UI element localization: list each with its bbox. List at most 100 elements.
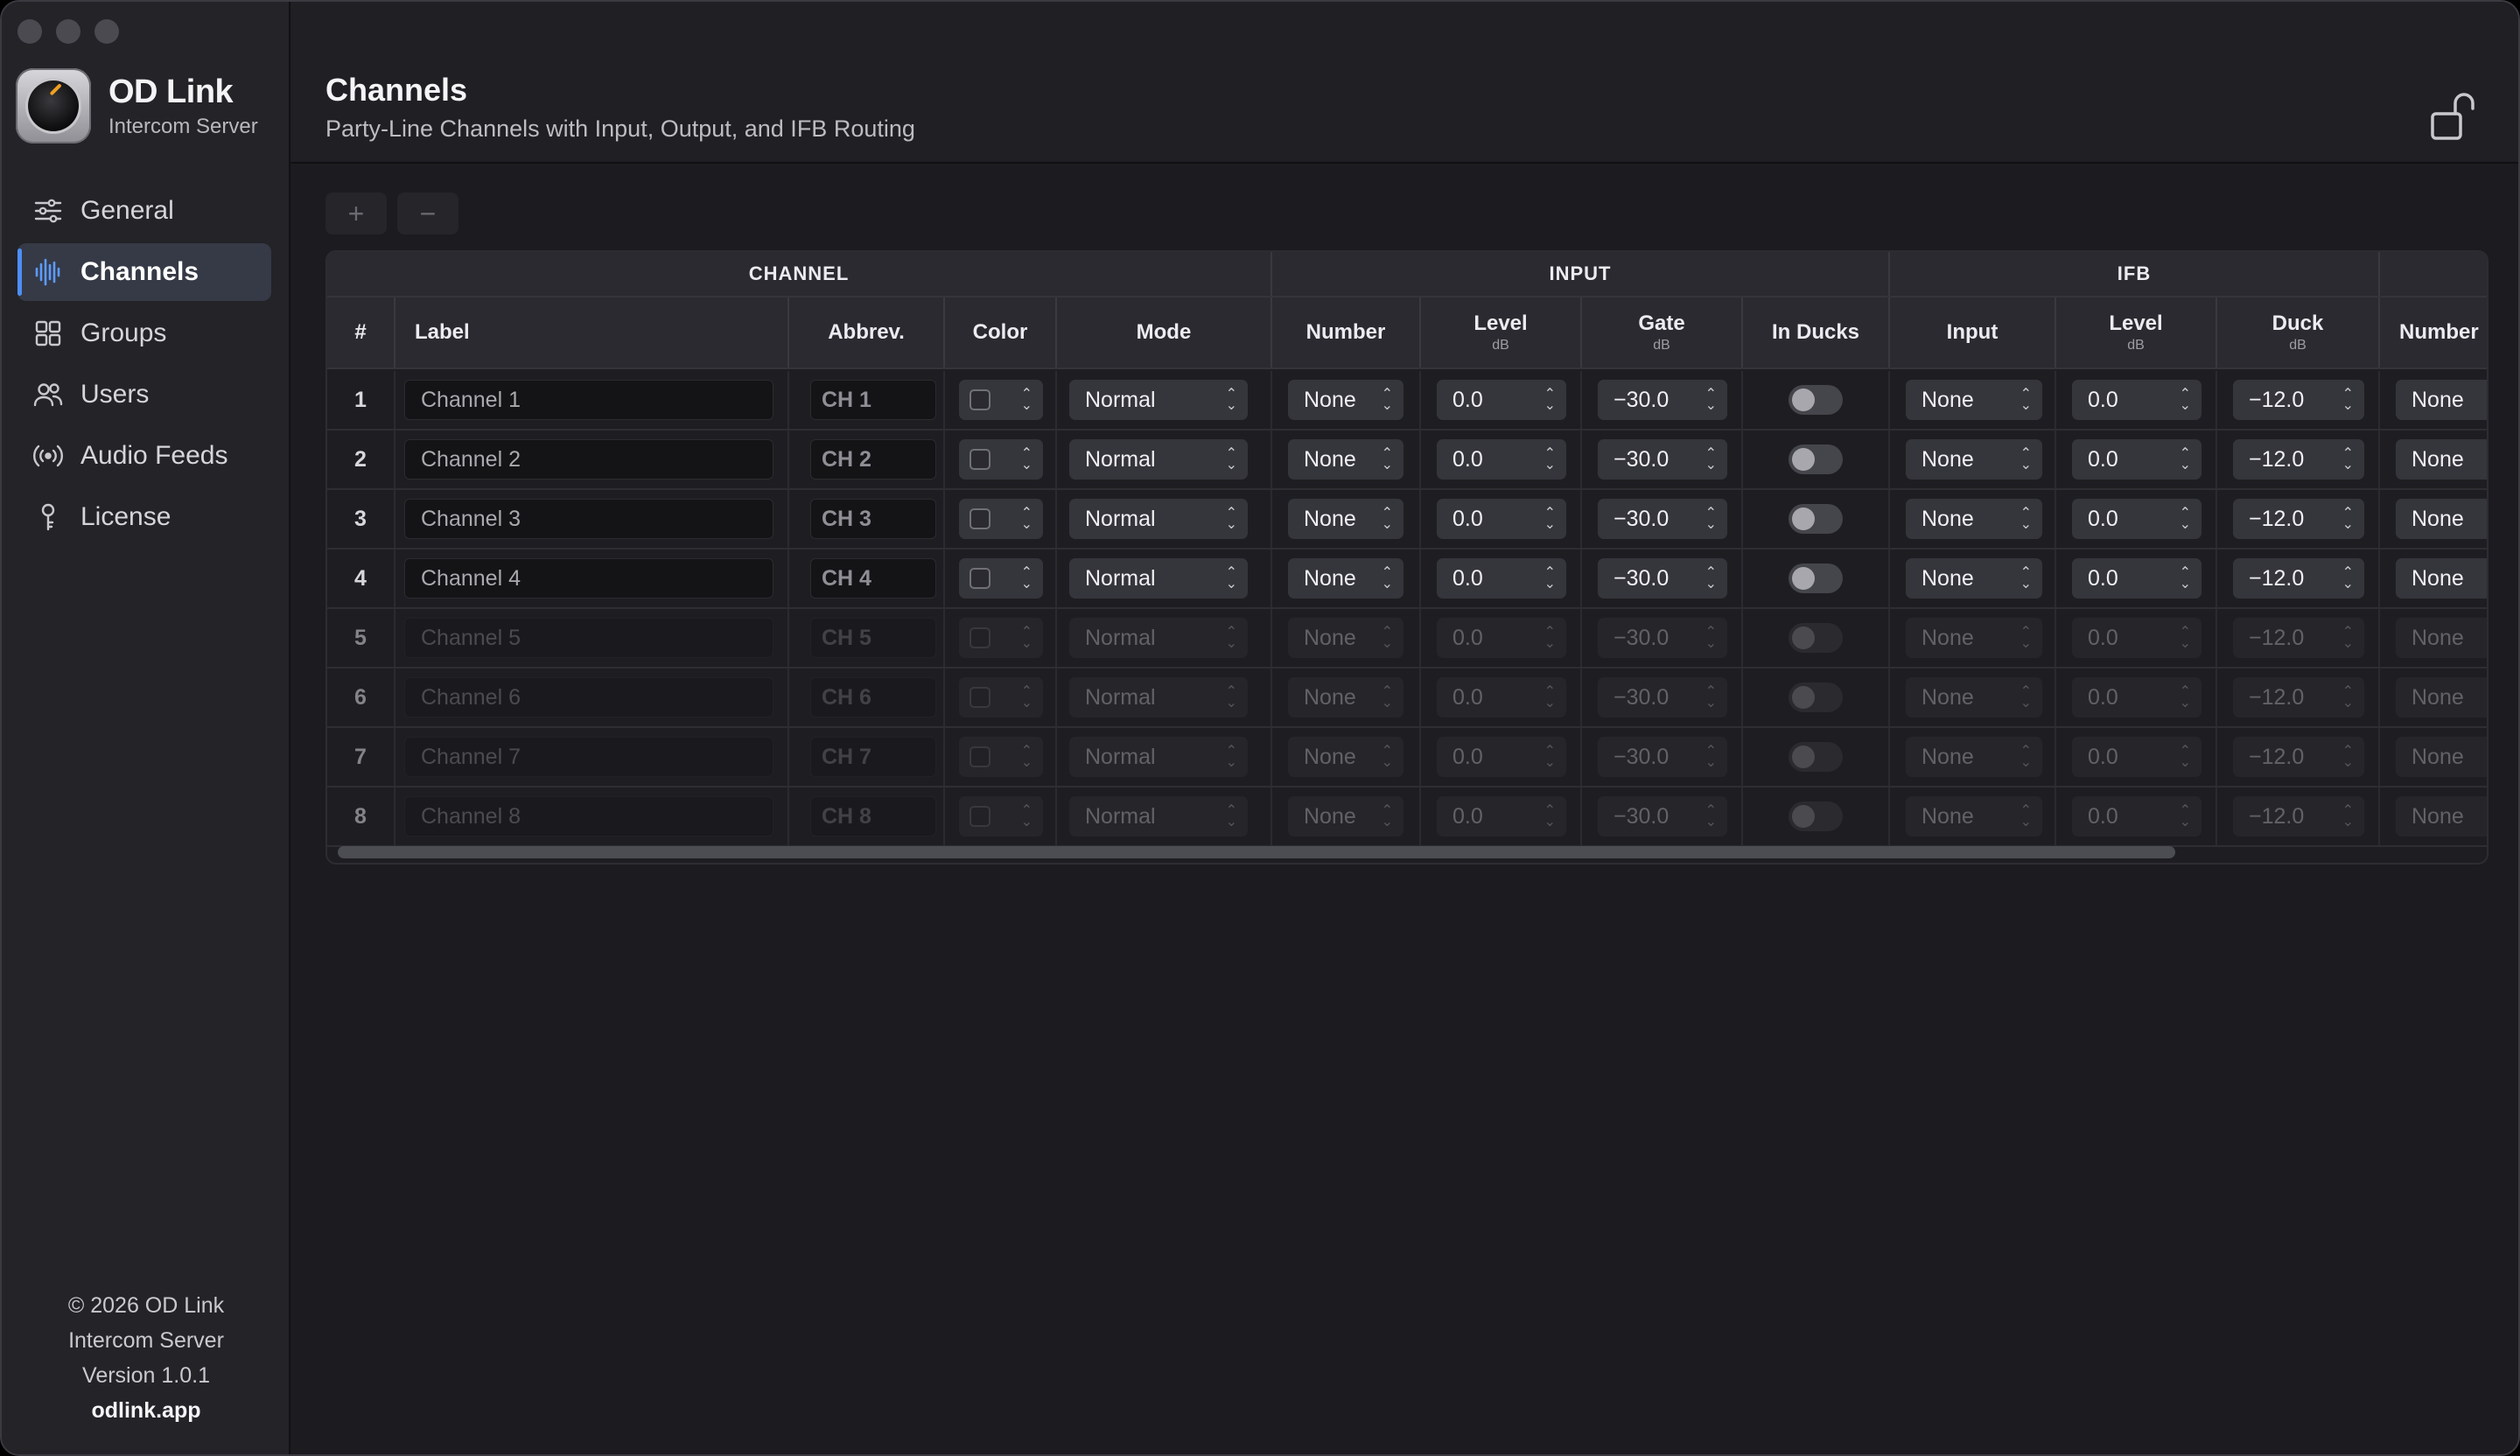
ifb-duck-stepper[interactable]: −12.0 ⌃ ⌄ xyxy=(2233,499,2364,539)
sidebar-item-users[interactable]: Users xyxy=(18,366,271,424)
channel-color-picker[interactable]: ⌃ ⌄ xyxy=(959,796,1043,836)
ifb-level-stepper[interactable]: 0.0 ⌃ ⌄ xyxy=(2072,677,2202,718)
channel-label-input[interactable]: Channel 4 xyxy=(404,558,774,598)
input-level-stepper[interactable]: 0.0 ⌃ ⌄ xyxy=(1437,439,1566,480)
in-ducks-toggle[interactable] xyxy=(1788,682,1843,712)
ifb-duck-stepper[interactable]: −12.0 ⌃ ⌄ xyxy=(2233,558,2364,598)
input-level-stepper[interactable]: 0.0 ⌃ ⌄ xyxy=(1437,499,1566,539)
output-number-select[interactable]: None xyxy=(2396,380,2487,420)
output-number-select[interactable]: None xyxy=(2396,618,2487,658)
channel-color-picker[interactable]: ⌃ ⌄ xyxy=(959,558,1043,598)
input-gate-stepper[interactable]: −30.0 ⌃ ⌄ xyxy=(1598,677,1727,718)
sidebar-item-general[interactable]: General xyxy=(18,182,271,240)
ifb-input-select[interactable]: None ⌃ ⌄ xyxy=(1906,499,2042,539)
channel-abbrev-input[interactable]: CH 3 xyxy=(810,499,936,539)
input-number-select[interactable]: None ⌃ ⌄ xyxy=(1288,499,1404,539)
sidebar-item-groups[interactable]: Groups xyxy=(18,304,271,362)
ifb-level-stepper[interactable]: 0.0 ⌃ ⌄ xyxy=(2072,558,2202,598)
channel-label-input[interactable]: Channel 3 xyxy=(404,499,774,539)
channel-mode-select[interactable]: Normal ⌃ ⌄ xyxy=(1069,677,1248,718)
channel-mode-select[interactable]: Normal ⌃ ⌄ xyxy=(1069,737,1248,777)
in-ducks-toggle[interactable] xyxy=(1788,504,1843,534)
close-window-button[interactable] xyxy=(18,19,42,44)
output-number-select[interactable]: None xyxy=(2396,677,2487,718)
remove-channel-button[interactable]: − xyxy=(397,192,458,234)
input-gate-stepper[interactable]: −30.0 ⌃ ⌄ xyxy=(1598,558,1727,598)
input-level-stepper[interactable]: 0.0 ⌃ ⌄ xyxy=(1437,796,1566,836)
sidebar-item-audio-feeds[interactable]: Audio Feeds xyxy=(18,427,271,485)
input-level-stepper[interactable]: 0.0 ⌃ ⌄ xyxy=(1437,677,1566,718)
input-gate-stepper[interactable]: −30.0 ⌃ ⌄ xyxy=(1598,737,1727,777)
input-number-select[interactable]: None ⌃ ⌄ xyxy=(1288,558,1404,598)
zoom-window-button[interactable] xyxy=(94,19,119,44)
output-number-select[interactable]: None xyxy=(2396,796,2487,836)
ifb-input-select[interactable]: None ⌃ ⌄ xyxy=(1906,380,2042,420)
output-number-select[interactable]: None xyxy=(2396,499,2487,539)
channel-abbrev-input[interactable]: CH 1 xyxy=(810,380,936,420)
channel-abbrev-input[interactable]: CH 4 xyxy=(810,558,936,598)
ifb-input-select[interactable]: None ⌃ ⌄ xyxy=(1906,796,2042,836)
channel-mode-select[interactable]: Normal ⌃ ⌄ xyxy=(1069,796,1248,836)
channel-label-input[interactable]: Channel 2 xyxy=(404,439,774,480)
channel-label-input[interactable]: Channel 6 xyxy=(404,677,774,718)
input-number-select[interactable]: None ⌃ ⌄ xyxy=(1288,439,1404,480)
channel-mode-select[interactable]: Normal ⌃ ⌄ xyxy=(1069,499,1248,539)
channel-label-input[interactable]: Channel 5 xyxy=(404,618,774,658)
input-number-select[interactable]: None ⌃ ⌄ xyxy=(1288,796,1404,836)
input-number-select[interactable]: None ⌃ ⌄ xyxy=(1288,618,1404,658)
channel-color-picker[interactable]: ⌃ ⌄ xyxy=(959,618,1043,658)
in-ducks-toggle[interactable] xyxy=(1788,802,1843,831)
ifb-level-stepper[interactable]: 0.0 ⌃ ⌄ xyxy=(2072,618,2202,658)
channel-label-input[interactable]: Channel 8 xyxy=(404,796,774,836)
in-ducks-toggle[interactable] xyxy=(1788,444,1843,474)
output-number-select[interactable]: None xyxy=(2396,439,2487,480)
output-number-select[interactable]: None xyxy=(2396,558,2487,598)
input-level-stepper[interactable]: 0.0 ⌃ ⌄ xyxy=(1437,558,1566,598)
ifb-duck-stepper[interactable]: −12.0 ⌃ ⌄ xyxy=(2233,618,2364,658)
input-number-select[interactable]: None ⌃ ⌄ xyxy=(1288,380,1404,420)
channel-color-picker[interactable]: ⌃ ⌄ xyxy=(959,677,1043,718)
channel-mode-select[interactable]: Normal ⌃ ⌄ xyxy=(1069,439,1248,480)
horizontal-scrollbar[interactable] xyxy=(338,846,2175,858)
channel-abbrev-input[interactable]: CH 5 xyxy=(810,618,936,658)
channel-label-input[interactable]: Channel 1 xyxy=(404,380,774,420)
in-ducks-toggle[interactable] xyxy=(1788,742,1843,772)
in-ducks-toggle[interactable] xyxy=(1788,623,1843,653)
website-link[interactable]: odlink.app xyxy=(2,1393,290,1428)
in-ducks-toggle[interactable] xyxy=(1788,564,1843,593)
ifb-level-stepper[interactable]: 0.0 ⌃ ⌄ xyxy=(2072,439,2202,480)
minimize-window-button[interactable] xyxy=(56,19,80,44)
channel-mode-select[interactable]: Normal ⌃ ⌄ xyxy=(1069,558,1248,598)
ifb-input-select[interactable]: None ⌃ ⌄ xyxy=(1906,558,2042,598)
input-level-stepper[interactable]: 0.0 ⌃ ⌄ xyxy=(1437,737,1566,777)
ifb-duck-stepper[interactable]: −12.0 ⌃ ⌄ xyxy=(2233,737,2364,777)
ifb-duck-stepper[interactable]: −12.0 ⌃ ⌄ xyxy=(2233,439,2364,480)
channel-abbrev-input[interactable]: CH 8 xyxy=(810,796,936,836)
input-gate-stepper[interactable]: −30.0 ⌃ ⌄ xyxy=(1598,439,1727,480)
ifb-level-stepper[interactable]: 0.0 ⌃ ⌄ xyxy=(2072,737,2202,777)
channel-color-picker[interactable]: ⌃ ⌄ xyxy=(959,499,1043,539)
input-level-stepper[interactable]: 0.0 ⌃ ⌄ xyxy=(1437,618,1566,658)
ifb-input-select[interactable]: None ⌃ ⌄ xyxy=(1906,439,2042,480)
ifb-duck-stepper[interactable]: −12.0 ⌃ ⌄ xyxy=(2233,796,2364,836)
channel-abbrev-input[interactable]: CH 2 xyxy=(810,439,936,480)
ifb-input-select[interactable]: None ⌃ ⌄ xyxy=(1906,737,2042,777)
ifb-input-select[interactable]: None ⌃ ⌄ xyxy=(1906,677,2042,718)
ifb-level-stepper[interactable]: 0.0 ⌃ ⌄ xyxy=(2072,499,2202,539)
input-number-select[interactable]: None ⌃ ⌄ xyxy=(1288,677,1404,718)
sidebar-item-license[interactable]: License xyxy=(18,488,271,546)
ifb-duck-stepper[interactable]: −12.0 ⌃ ⌄ xyxy=(2233,677,2364,718)
channel-mode-select[interactable]: Normal ⌃ ⌄ xyxy=(1069,618,1248,658)
ifb-input-select[interactable]: None ⌃ ⌄ xyxy=(1906,618,2042,658)
channel-color-picker[interactable]: ⌃ ⌄ xyxy=(959,439,1043,480)
input-gate-stepper[interactable]: −30.0 ⌃ ⌄ xyxy=(1598,796,1727,836)
ifb-level-stepper[interactable]: 0.0 ⌃ ⌄ xyxy=(2072,796,2202,836)
input-number-select[interactable]: None ⌃ ⌄ xyxy=(1288,737,1404,777)
channel-mode-select[interactable]: Normal ⌃ ⌄ xyxy=(1069,380,1248,420)
add-channel-button[interactable]: + xyxy=(326,192,387,234)
ifb-level-stepper[interactable]: 0.0 ⌃ ⌄ xyxy=(2072,380,2202,420)
channel-label-input[interactable]: Channel 7 xyxy=(404,737,774,777)
input-level-stepper[interactable]: 0.0 ⌃ ⌄ xyxy=(1437,380,1566,420)
channel-abbrev-input[interactable]: CH 7 xyxy=(810,737,936,777)
ifb-duck-stepper[interactable]: −12.0 ⌃ ⌄ xyxy=(2233,380,2364,420)
